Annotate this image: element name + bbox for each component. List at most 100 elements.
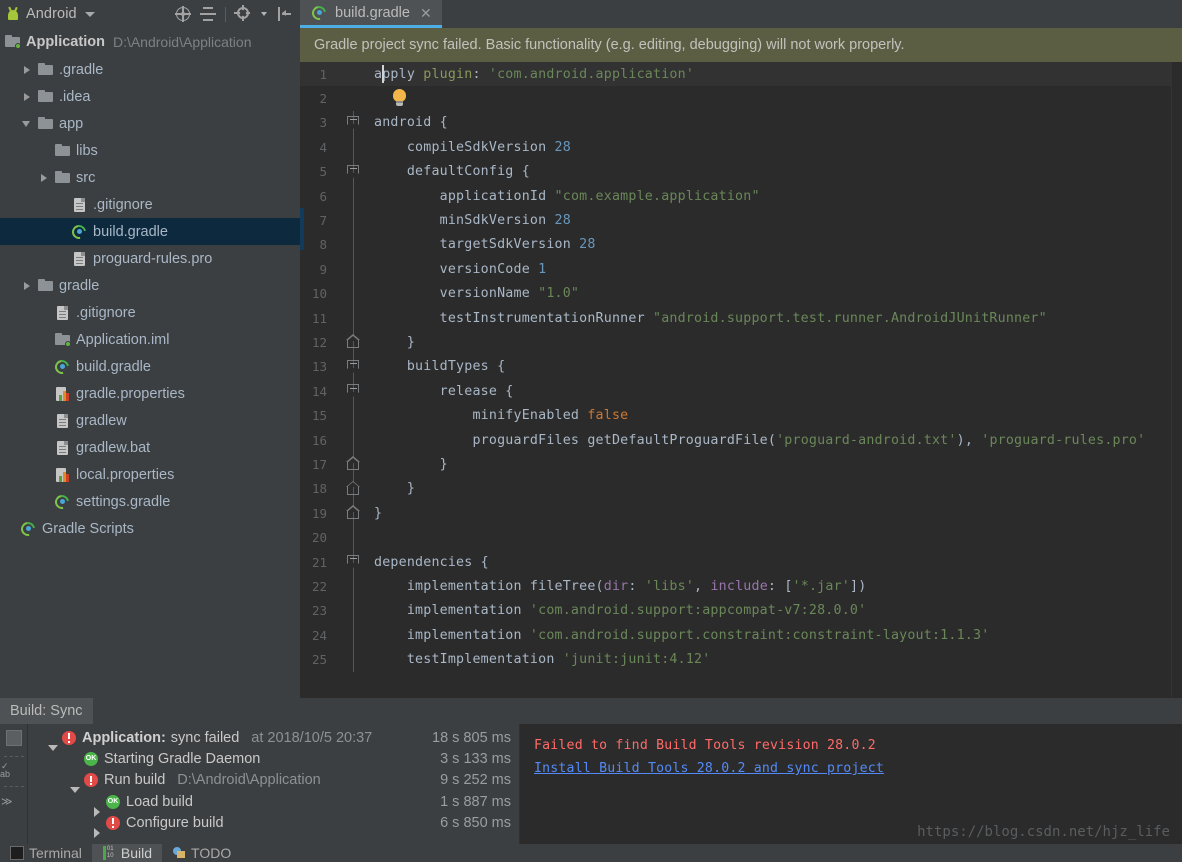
tree-row-application-iml[interactable]: Application.iml	[0, 326, 300, 353]
hide-panel-icon[interactable]	[276, 6, 292, 22]
fold-gutter[interactable]	[334, 330, 374, 355]
tree-row-src[interactable]: src	[0, 164, 300, 191]
fold-marker-icon[interactable]	[346, 359, 360, 373]
tree-row-gradle[interactable]: gradle	[0, 272, 300, 299]
fold-marker-icon[interactable]	[346, 164, 360, 178]
expand-arrow-icon[interactable]	[38, 171, 51, 184]
project-tree[interactable]: Application D:\Android\Application .grad…	[0, 28, 300, 542]
lightbulb-icon[interactable]	[392, 89, 408, 107]
expand-arrow-icon[interactable]	[21, 279, 34, 292]
collapse-arrow-icon[interactable]	[21, 117, 34, 130]
code-line-11[interactable]: 11 testInstrumentationRunner "android.su…	[300, 305, 1182, 331]
tab-terminal[interactable]: Terminal	[0, 844, 92, 862]
code-lines[interactable]: 1 apply plugin: 'com.android.application'…	[300, 62, 1182, 672]
tab-build[interactable]: 01 10 Build	[91, 844, 163, 862]
install-build-tools-link[interactable]: Install Build Tools 28.0.2 and sync proj…	[534, 761, 1182, 776]
chevron-down-icon[interactable]	[84, 11, 95, 17]
fold-gutter[interactable]	[334, 110, 374, 136]
fold-marker-icon[interactable]	[346, 334, 360, 349]
gear-dropdown-chevron-icon[interactable]	[261, 12, 267, 16]
fold-gutter[interactable]	[334, 208, 374, 233]
code-line-10[interactable]: 10 versionName "1.0"	[300, 281, 1182, 306]
fold-gutter[interactable]	[334, 549, 374, 575]
code-line-25[interactable]: 25 testImplementation 'junit:junit:4.12'	[300, 647, 1182, 672]
fold-gutter[interactable]	[334, 598, 374, 623]
build-result-tree[interactable]: Application: sync failed at 2018/10/5 20:3…	[28, 724, 520, 844]
build-console[interactable]: Failed to find Build Tools revision 28.0…	[520, 724, 1182, 844]
code-line-17[interactable]: 17 }	[300, 452, 1182, 477]
toggle-icon[interactable]: ab	[0, 770, 10, 779]
tree-row-settings-gradle[interactable]: settings.gradle	[0, 488, 300, 515]
code-line-12[interactable]: 12 }	[300, 330, 1182, 355]
fold-gutter[interactable]	[334, 525, 374, 550]
fold-marker-icon[interactable]	[346, 384, 360, 398]
fold-gutter[interactable]	[334, 452, 374, 477]
stop-icon[interactable]	[6, 730, 22, 746]
code-line-4[interactable]: 4 compileSdkVersion 28	[300, 135, 1182, 160]
tab-build-gradle[interactable]: build.gradle ✕	[300, 0, 442, 28]
code-line-13[interactable]: 13 buildTypes {	[300, 354, 1182, 380]
tree-row-gradle-properties[interactable]: gradle.properties	[0, 380, 300, 407]
code-line-23[interactable]: 23 implementation 'com.android.support:a…	[300, 598, 1182, 623]
fold-gutter[interactable]	[334, 379, 374, 404]
fold-gutter[interactable]	[334, 574, 374, 599]
fold-gutter[interactable]	[334, 159, 374, 184]
tree-row-libs[interactable]: libs	[0, 137, 300, 164]
fold-marker-icon[interactable]	[346, 480, 360, 495]
expand-icon[interactable]: ≫	[1, 797, 13, 808]
tree-row--idea[interactable]: .idea	[0, 83, 300, 110]
code-line-8[interactable]: 8 targetSdkVersion 28	[300, 232, 1182, 258]
tree-row--gitignore[interactable]: .gitignore	[0, 191, 300, 218]
build-tree-row[interactable]: OK Load build 1 s 887 ms	[28, 791, 519, 817]
code-line-18[interactable]: 18 }	[300, 476, 1182, 502]
locate-icon[interactable]	[175, 6, 191, 22]
tree-row-gradlew[interactable]: gradlew	[0, 407, 300, 434]
code-line-1[interactable]: 1 apply plugin: 'com.android.application'	[300, 62, 1182, 87]
tree-row-root[interactable]: Application D:\Android\Application	[0, 28, 300, 56]
tree-row-app[interactable]: app	[0, 110, 300, 137]
tree-row--gradle[interactable]: .gradle	[0, 56, 300, 83]
code-line-24[interactable]: 24 implementation 'com.android.support.c…	[300, 622, 1182, 648]
fold-gutter[interactable]	[334, 354, 374, 380]
fold-marker-icon[interactable]	[346, 505, 360, 520]
tree-row-local-properties[interactable]: local.properties	[0, 461, 300, 488]
fold-gutter[interactable]	[334, 305, 374, 331]
fold-gutter[interactable]	[334, 86, 374, 110]
gear-icon[interactable]	[234, 5, 251, 22]
code-line-19[interactable]: 19}	[300, 501, 1182, 526]
fold-gutter[interactable]	[334, 427, 374, 453]
fold-marker-icon[interactable]	[346, 456, 360, 471]
fold-gutter[interactable]	[334, 622, 374, 648]
fold-gutter[interactable]	[334, 501, 374, 526]
expand-arrow-icon[interactable]	[21, 63, 34, 76]
tree-row-build-gradle[interactable]: build.gradle	[0, 353, 300, 380]
tree-row-gradle-scripts[interactable]: Gradle Scripts	[0, 515, 300, 542]
close-icon[interactable]: ✕	[420, 6, 432, 20]
fold-gutter[interactable]	[334, 62, 374, 86]
code-line-22[interactable]: 22 implementation fileTree(dir: 'libs', …	[300, 574, 1182, 599]
fold-gutter[interactable]	[334, 476, 374, 502]
fold-gutter[interactable]	[334, 232, 374, 258]
code-line-2[interactable]: 2	[300, 86, 1182, 110]
tab-build-sync[interactable]: Build: Sync	[0, 698, 93, 724]
fold-marker-icon[interactable]	[346, 554, 360, 568]
build-tree-row[interactable]: Run build D:\Android\Application 9 s 252 m…	[28, 770, 519, 794]
collapse-all-icon[interactable]	[200, 6, 216, 22]
tree-row--gitignore[interactable]: .gitignore	[0, 299, 300, 326]
build-tree-row[interactable]: Configure build 6 s 850 ms	[28, 812, 519, 838]
fold-gutter[interactable]	[334, 281, 374, 306]
fold-gutter[interactable]	[334, 647, 374, 672]
code-line-5[interactable]: 5 defaultConfig {	[300, 159, 1182, 184]
code-line-20[interactable]: 20	[300, 525, 1182, 550]
code-line-6[interactable]: 6 applicationId "com.example.application…	[300, 183, 1182, 209]
code-line-9[interactable]: 9 versionCode 1	[300, 257, 1182, 282]
build-tree-row[interactable]: OK Starting Gradle Daemon 3 s 133 ms	[28, 748, 519, 769]
fold-gutter[interactable]	[334, 403, 374, 428]
code-editor[interactable]: 1 apply plugin: 'com.android.application'…	[300, 62, 1182, 698]
tree-row-gradlew-bat[interactable]: gradlew.bat	[0, 434, 300, 461]
code-line-3[interactable]: 3 android {	[300, 110, 1182, 136]
project-view-selector-label[interactable]: Android	[26, 6, 77, 22]
expand-arrow-icon[interactable]	[21, 90, 34, 103]
code-line-14[interactable]: 14 release {	[300, 379, 1182, 404]
code-line-15[interactable]: 15 minifyEnabled false	[300, 403, 1182, 428]
